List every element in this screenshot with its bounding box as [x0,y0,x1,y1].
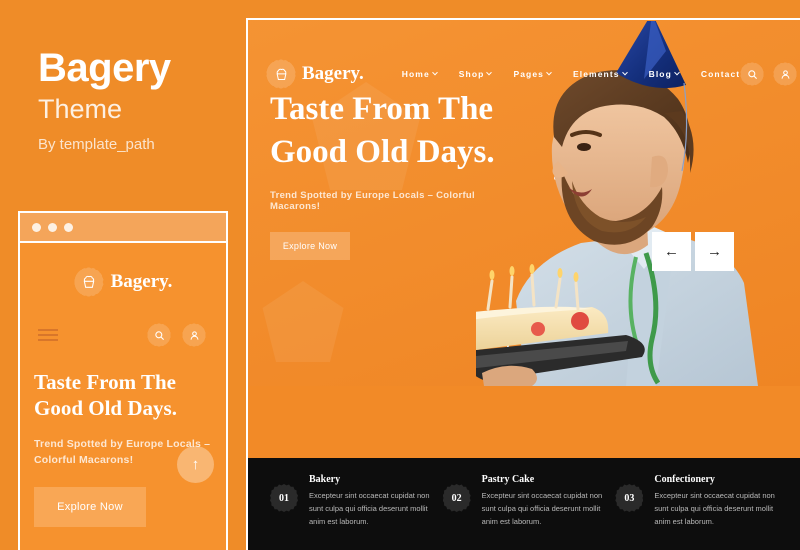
feature-text: Excepteur sint occaecat cupidat non sunt… [481,491,603,527]
mobile-explore-now-button[interactable]: Explore Now [34,487,146,528]
chevron-down-icon [621,69,628,76]
nav-item-blog-label: Blog [648,69,672,79]
promo-author: By template_path [38,136,155,153]
nav-item-shop-label: Shop [458,69,485,79]
chevron-down-icon [486,69,493,76]
feature-number-badge: 02 [442,484,471,512]
nav-item-elements-label: Elements [572,69,620,79]
feature-card[interactable]: 01 Bakery Excepteur sint occaecat cupida… [270,474,443,550]
hamburger-icon[interactable] [38,329,58,341]
mobile-action-icons [147,323,206,347]
decorative-polygon-3 [262,281,344,362]
hero-subheading: Trend Spotted by Europe Locals – Colorfu… [270,189,475,212]
mobile-toolbar [20,297,226,347]
hero-carousel-controls: ← → [652,232,734,271]
nav-item-elements[interactable]: Elements [572,69,628,79]
feature-title: Confectionery [654,474,715,485]
cupcake-badge-icon [266,59,296,89]
feature-card[interactable]: 03 Confectionery Excepteur sint occaecat… [615,474,788,550]
nav-item-pages[interactable]: Pages [513,69,552,79]
nav-item-pages-label: Pages [513,69,544,79]
feature-number-badge: 01 [270,484,298,512]
carousel-next-button[interactable]: → [695,232,734,271]
feature-title: Bakery [309,474,341,485]
user-icon[interactable] [182,323,206,347]
chevron-down-icon [546,69,552,76]
brand-name: Bagery. [302,63,364,84]
hero-heading: Taste From The Good Old Days. [270,91,495,170]
feature-text: Excepteur sint occaecat cupidat non sunt… [654,491,775,527]
chevron-down-icon [674,69,680,76]
nav-item-home-label: Home [401,69,430,79]
search-icon[interactable] [740,62,765,86]
search-icon[interactable] [147,323,171,347]
feature-card[interactable]: 02 Pastry Cake Excepteur sint occaecat c… [442,474,616,550]
mobile-browser-chrome [20,213,226,243]
mobile-hero-content: Taste From The Good Old Days. Trend Spot… [20,347,226,528]
window-dot-close-icon[interactable] [32,222,41,232]
mobile-brand-logo[interactable]: Bagery. [20,243,226,297]
arrow-up-icon[interactable]: ↑ [177,446,214,483]
nav-item-home[interactable]: Home [401,69,438,79]
feature-title: Pastry Cake [481,474,535,485]
feature-number-badge: 03 [615,484,644,512]
cupcake-badge-icon [73,267,104,297]
user-icon[interactable] [773,62,798,86]
mobile-browser-mockup: Bagery. Taste From The Good Old Days. Tr… [18,211,228,550]
desktop-hero-section: Bagery. Home Shop Pages Elements Blog Co… [248,20,800,386]
window-dot-maximize-icon[interactable] [64,222,73,232]
feature-text: Excepteur sint occaecat cupidat non sunt… [309,491,430,527]
promo-subtitle: Theme [38,94,123,124]
explore-now-button[interactable]: Explore Now [270,231,350,260]
window-dot-minimize-icon[interactable] [48,222,57,232]
desktop-navbar: Bagery. Home Shop Pages Elements Blog Co… [248,48,800,100]
desktop-nav-links: Home Shop Pages Elements Blog Contact [402,69,740,79]
mobile-page-body: Bagery. Taste From The Good Old Days. Tr… [20,243,226,550]
brand-logo[interactable]: Bagery. [266,59,364,89]
feature-cards-section: 01 Bakery Excepteur sint occaecat cupida… [248,458,800,550]
mobile-hero-heading: Taste From The Good Old Days. [34,370,177,421]
nav-item-shop[interactable]: Shop [458,69,493,79]
chevron-down-icon [431,69,438,76]
promo-title: Bagery [38,46,171,90]
desktop-hero-content: Taste From The Good Old Days. Trend Spot… [270,88,510,260]
mobile-brand-name: Bagery. [110,271,173,292]
desktop-browser-mockup: Bagery. Home Shop Pages Elements Blog Co… [246,18,800,550]
desktop-nav-actions [740,62,798,86]
nav-item-contact[interactable]: Contact [701,69,740,79]
nav-item-blog[interactable]: Blog [648,69,680,79]
carousel-prev-button[interactable]: ← [652,232,691,271]
nav-item-contact-label: Contact [700,69,741,79]
